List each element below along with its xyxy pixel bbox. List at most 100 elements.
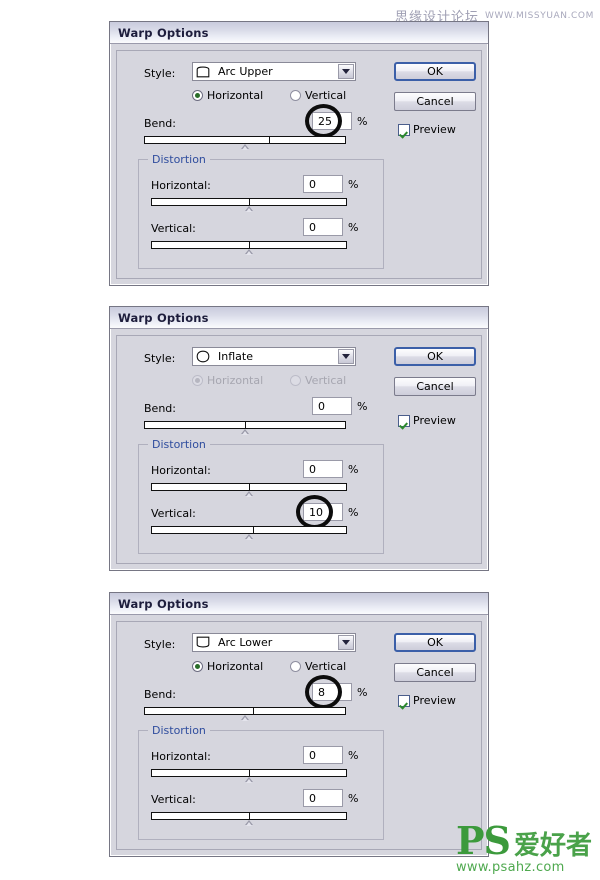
- chevron-down-icon[interactable]: [338, 349, 354, 364]
- dialog-1-dist-h-percent: %: [348, 178, 359, 191]
- slider-thumb[interactable]: [245, 777, 253, 783]
- slider-tick: [249, 769, 250, 777]
- radio-dot: [192, 375, 203, 386]
- dialog-1-dist-v-label: Vertical:: [151, 222, 196, 235]
- dialog-3-dist-v-label: Vertical:: [151, 793, 196, 806]
- dialog-3-bend-input[interactable]: 8: [312, 683, 352, 701]
- dialog-3-dist-v-input[interactable]: 0: [303, 789, 343, 807]
- dialog-2-radio-vertical-label: Vertical: [305, 374, 347, 387]
- dialog-2-dist-v-percent: %: [348, 506, 359, 519]
- dialog-3-bend-percent: %: [357, 686, 368, 699]
- dialog-3-style-label: Style:: [144, 638, 176, 651]
- dialog-2-style-label: Style:: [144, 352, 176, 365]
- slider-thumb[interactable]: [245, 249, 253, 255]
- warp-options-dialog-3: Warp Options Style: Arc Lower Horizontal…: [109, 592, 489, 857]
- slider-thumb[interactable]: [241, 144, 249, 150]
- dialog-1-dist-v-slider[interactable]: [151, 241, 347, 255]
- dialog-1-cancel-button[interactable]: Cancel: [394, 92, 476, 111]
- dialog-2-cancel-label: Cancel: [416, 380, 454, 393]
- dialog-1-dist-h-slider[interactable]: [151, 198, 347, 212]
- dialog-1-radio-horizontal-label: Horizontal: [207, 89, 264, 102]
- checkbox-box: [398, 123, 410, 136]
- slider-thumb[interactable]: [245, 820, 253, 826]
- dialog-3-dist-h-percent: %: [348, 749, 359, 762]
- warp-options-dialog-2: Warp Options Style: Inflate Horizontal V…: [109, 306, 489, 571]
- dialog-2-ok-button[interactable]: OK: [394, 347, 476, 366]
- chevron-down-icon[interactable]: [338, 635, 354, 650]
- slider-tick: [253, 707, 255, 715]
- dialog-3-dist-h-slider[interactable]: [151, 769, 347, 783]
- watermark-bottom-chinese: 爱好者: [513, 831, 592, 861]
- dialog-1-dist-v-percent: %: [348, 221, 359, 234]
- dialog-3-dist-h-input[interactable]: 0: [303, 746, 343, 764]
- dialog-1-preview-checkbox[interactable]: Preview: [398, 123, 456, 136]
- dialog-3-bend-value: 8: [318, 685, 325, 699]
- arc-upper-icon: [195, 64, 212, 79]
- dialog-2-dist-h-value: 0: [309, 462, 316, 476]
- dialog-1-dist-h-input[interactable]: 0: [303, 175, 343, 193]
- dialog-1-bend-label: Bend:: [144, 117, 176, 130]
- slider-thumb[interactable]: [241, 429, 249, 435]
- dialog-3-radio-vertical[interactable]: Vertical: [290, 660, 346, 673]
- inflate-icon-svg: [196, 350, 210, 363]
- dialog-3-radio-horizontal[interactable]: Horizontal: [192, 660, 263, 673]
- dialog-3-dist-v-value: 0: [309, 791, 316, 805]
- dialog-3-preview-checkbox[interactable]: Preview: [398, 694, 456, 707]
- slider-track: [144, 136, 346, 144]
- dialog-2-bend-input[interactable]: 0: [312, 397, 352, 415]
- dialog-2-titlebar: Warp Options: [110, 307, 488, 329]
- dialog-1-style-value: Arc Upper: [218, 65, 273, 78]
- dialog-1-bend-percent: %: [357, 115, 368, 128]
- dialog-2-style-combobox[interactable]: Inflate: [192, 347, 356, 366]
- dialog-3-titlebar: Warp Options: [110, 593, 488, 615]
- dialog-3-bend-slider[interactable]: [144, 707, 346, 721]
- dialog-2-radio-vertical: Vertical: [290, 374, 346, 387]
- dialog-2-ok-label: OK: [427, 350, 443, 363]
- slider-tick: [269, 136, 271, 144]
- dialog-1-radio-vertical[interactable]: Vertical: [290, 89, 346, 102]
- slider-tick: [249, 483, 250, 491]
- dialog-2-preview-checkbox[interactable]: Preview: [398, 414, 456, 427]
- dialog-1-dist-v-input[interactable]: 0: [303, 218, 343, 236]
- dialog-1-distortion-label: Distortion: [148, 153, 210, 166]
- dialog-3-bend-label: Bend:: [144, 688, 176, 701]
- dialog-2-radio-horizontal-label: Horizontal: [207, 374, 264, 387]
- radio-dot: [290, 661, 301, 672]
- dialog-3-style-combobox[interactable]: Arc Lower: [192, 633, 356, 652]
- dialog-3-radio-horizontal-label: Horizontal: [207, 660, 264, 673]
- slider-thumb[interactable]: [245, 534, 253, 540]
- slider-thumb[interactable]: [245, 206, 253, 212]
- slider-thumb[interactable]: [241, 715, 249, 721]
- dialog-2-dist-h-slider[interactable]: [151, 483, 347, 497]
- slider-thumb[interactable]: [245, 491, 253, 497]
- dialog-2-radio-horizontal: Horizontal: [192, 374, 263, 387]
- dialog-1-bend-input[interactable]: 25: [312, 112, 352, 130]
- dialog-3-distortion-label: Distortion: [148, 724, 210, 737]
- dialog-2-cancel-button[interactable]: Cancel: [394, 377, 476, 396]
- arc-lower-icon: [195, 635, 212, 650]
- dialog-2-bend-percent: %: [357, 400, 368, 413]
- slider-track: [144, 707, 346, 715]
- dialog-2-dist-h-input[interactable]: 0: [303, 460, 343, 478]
- dialog-2-dist-v-input[interactable]: 10: [303, 503, 343, 521]
- dialog-1-ok-button[interactable]: OK: [394, 62, 476, 81]
- dialog-3-cancel-button[interactable]: Cancel: [394, 663, 476, 682]
- inflate-icon: [195, 349, 212, 364]
- dialog-3-ok-button[interactable]: OK: [394, 633, 476, 652]
- slider-tick: [245, 421, 246, 429]
- arc-lower-icon-svg: [196, 636, 210, 648]
- dialog-1-cancel-label: Cancel: [416, 95, 454, 108]
- slider-tick: [249, 241, 250, 249]
- dialog-1-style-combobox[interactable]: Arc Upper: [192, 62, 356, 81]
- dialog-2-dist-v-slider[interactable]: [151, 526, 347, 540]
- dialog-2-bend-slider[interactable]: [144, 421, 346, 435]
- dialog-1-radio-horizontal[interactable]: Horizontal: [192, 89, 263, 102]
- dialog-3-dist-v-slider[interactable]: [151, 812, 347, 826]
- chevron-down-icon[interactable]: [338, 64, 354, 79]
- dialog-3-dist-v-percent: %: [348, 792, 359, 805]
- dialog-1-bend-slider[interactable]: [144, 136, 346, 150]
- watermark-bottom-url: www.psahz.com: [455, 860, 565, 875]
- dialog-2-dist-v-label: Vertical:: [151, 507, 196, 520]
- radio-dot: [192, 90, 203, 101]
- dialog-3-style-value: Arc Lower: [218, 636, 273, 649]
